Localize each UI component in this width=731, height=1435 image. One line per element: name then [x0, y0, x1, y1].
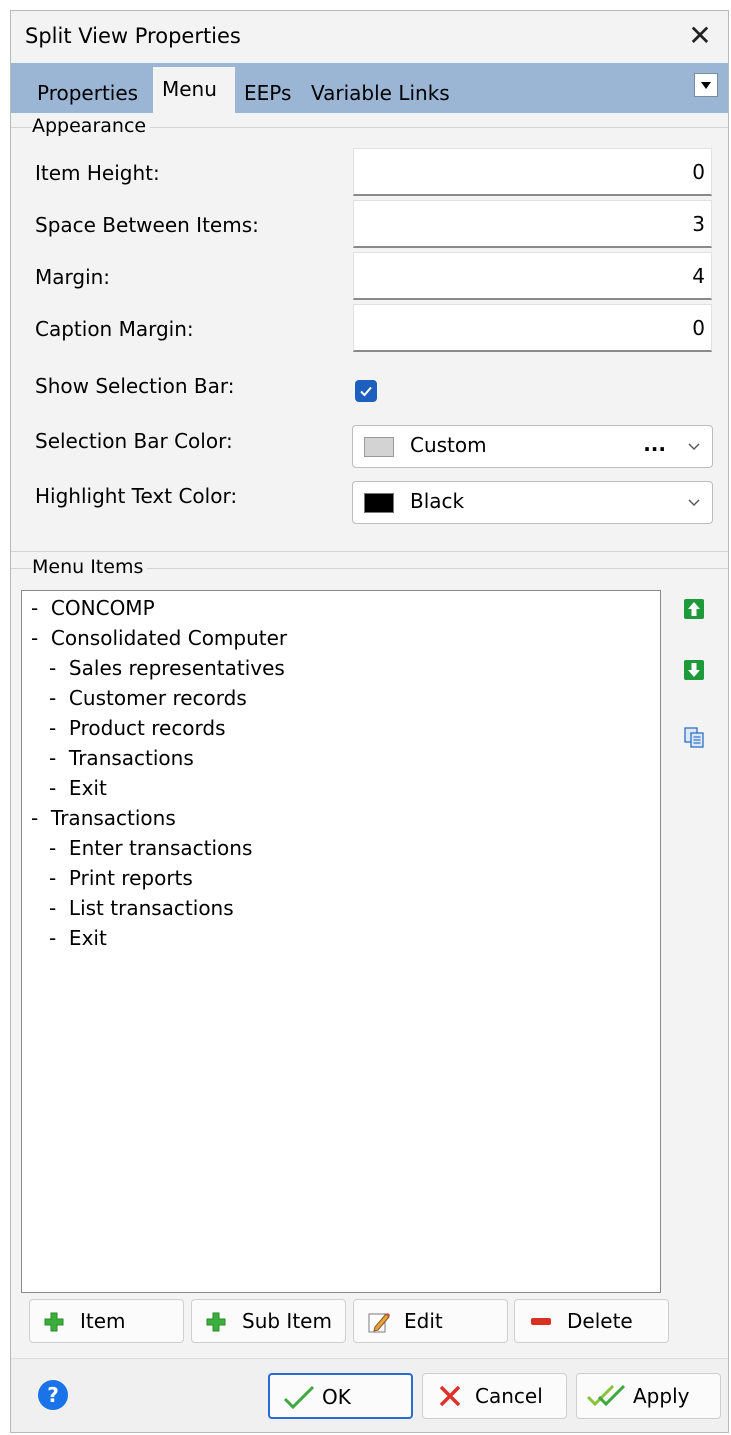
ok-button[interactable]: OK [268, 1373, 413, 1419]
appearance-bottom-divider [11, 551, 728, 552]
check-icon [360, 386, 372, 397]
help-icon[interactable]: ? [38, 1380, 68, 1410]
show-selection-bar-checkbox[interactable] [355, 380, 377, 402]
selection-bar-color-swatch [364, 437, 394, 457]
add-item-label: Item [80, 1309, 126, 1333]
double-check-icon [586, 1384, 626, 1407]
show-selection-bar-label: Show Selection Bar: [35, 374, 235, 398]
list-item[interactable]: - Consolidated Computer [31, 625, 287, 651]
copy-icon[interactable] [683, 726, 705, 748]
checkmark-icon [283, 1385, 315, 1410]
edit-button[interactable]: Edit [353, 1299, 508, 1343]
list-item[interactable]: - Enter transactions [49, 835, 252, 861]
highlight-text-color-combo[interactable]: Black [352, 481, 713, 524]
highlight-text-color-label: Highlight Text Color: [35, 484, 238, 508]
list-item[interactable]: - Exit [49, 925, 107, 951]
list-item[interactable]: - Sales representatives [49, 655, 285, 681]
caption-margin-input[interactable]: 0 [353, 304, 712, 352]
apply-label: Apply [633, 1384, 690, 1408]
space-between-items-input[interactable]: 3 [353, 200, 712, 248]
selection-bar-color-combo[interactable]: Custom ... [352, 425, 713, 468]
tab-variable-links[interactable]: Variable Links [311, 73, 471, 113]
highlight-text-color-value: Black [410, 489, 465, 513]
close-icon[interactable]: ✕ [682, 19, 718, 55]
chevron-down-icon [688, 499, 700, 506]
cancel-x-icon [439, 1385, 461, 1407]
add-sub-item-label: Sub Item [242, 1309, 332, 1333]
menu-items-list[interactable]: - CONCOMP - Consolidated Computer - Sale… [21, 590, 661, 1293]
move-up-icon[interactable] [683, 598, 705, 620]
selection-bar-color-label: Selection Bar Color: [35, 429, 233, 453]
appearance-group-label: Appearance [32, 115, 151, 137]
list-item[interactable]: - CONCOMP [31, 595, 155, 621]
list-item[interactable]: - Transactions [31, 805, 176, 831]
tab-eeps[interactable]: EEPs [244, 73, 308, 113]
delete-label: Delete [567, 1309, 633, 1333]
minus-icon [531, 1318, 551, 1325]
selection-bar-color-value: Custom [410, 433, 487, 457]
tab-bar: Properties Menu EEPs Variable Links [11, 63, 728, 113]
dialog-window: Split View Properties ✕ Properties Menu … [10, 10, 729, 1433]
highlight-text-color-swatch [364, 493, 394, 513]
list-item[interactable]: - Print reports [49, 865, 193, 891]
selection-bar-color-ellipsis-button[interactable]: ... [643, 432, 666, 456]
menu-tab-content: Appearance Item Height: 0 Space Between … [11, 113, 728, 1358]
apply-button[interactable]: Apply [576, 1373, 721, 1419]
menu-items-group-label: Menu Items [32, 556, 148, 578]
add-sub-item-button[interactable]: Sub Item [191, 1299, 346, 1343]
list-item[interactable]: - Transactions [49, 745, 194, 771]
plus-icon [44, 1312, 64, 1332]
space-between-items-label: Space Between Items: [35, 213, 259, 237]
edit-label: Edit [404, 1309, 443, 1333]
chevron-down-icon [688, 443, 700, 450]
list-item[interactable]: - Exit [49, 775, 107, 801]
cancel-label: Cancel [475, 1384, 543, 1408]
margin-label: Margin: [35, 265, 111, 289]
list-item[interactable]: - List transactions [49, 895, 234, 921]
title-bar: Split View Properties ✕ [11, 11, 728, 63]
item-height-label: Item Height: [35, 161, 160, 185]
item-height-input[interactable]: 0 [353, 148, 712, 196]
dialog-footer: ? OK Cancel Apply [11, 1358, 728, 1432]
list-item[interactable]: - Customer records [49, 685, 247, 711]
caption-margin-label: Caption Margin: [35, 317, 194, 341]
move-down-icon[interactable] [683, 659, 705, 681]
delete-button[interactable]: Delete [514, 1299, 669, 1343]
list-item[interactable]: - Product records [49, 715, 226, 741]
ok-label: OK [322, 1385, 351, 1409]
margin-input[interactable]: 4 [353, 252, 712, 300]
edit-pencil-icon [368, 1313, 390, 1333]
add-item-button[interactable]: Item [29, 1299, 184, 1343]
tab-menu[interactable]: Menu [153, 67, 235, 113]
cancel-button[interactable]: Cancel [422, 1373, 567, 1419]
plus-icon [206, 1312, 226, 1332]
tab-properties[interactable]: Properties [37, 73, 147, 113]
tab-overflow-dropdown[interactable] [694, 73, 718, 97]
window-title: Split View Properties [25, 24, 241, 48]
